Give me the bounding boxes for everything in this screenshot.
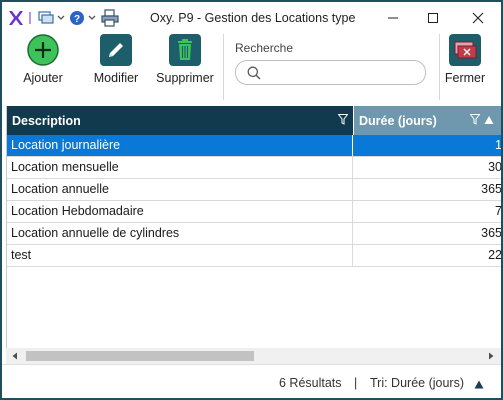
app-logo-icon xyxy=(8,9,24,27)
column-header-label: Description xyxy=(12,113,81,128)
cell-description: test xyxy=(7,245,353,266)
status-bar: 6 Résultats | Tri: Durée (jours) xyxy=(2,364,501,398)
trash-icon xyxy=(169,34,201,66)
column-header-label: Durée (jours) xyxy=(359,113,437,128)
cell-duration: 365 xyxy=(481,226,501,240)
table-header: Description Durée (jours) xyxy=(7,106,501,135)
delete-label: Supprimer xyxy=(156,71,214,85)
toolbar-divider xyxy=(439,34,440,100)
search-field[interactable] xyxy=(235,60,426,85)
maximize-button[interactable] xyxy=(416,6,450,30)
table-row[interactable]: Location annuelle de cylindres 365 xyxy=(7,223,501,245)
table-row[interactable]: Location Hebdomadaire 7 xyxy=(7,201,501,223)
locations-table: Description Durée (jours) Location journ… xyxy=(6,106,501,364)
minimize-icon xyxy=(388,17,398,19)
search-icon xyxy=(247,66,261,83)
edit-button[interactable]: Modifier xyxy=(88,34,144,85)
table-row[interactable]: test 22 xyxy=(7,245,501,267)
title-separator xyxy=(28,9,32,27)
help-menu-icon[interactable]: ? xyxy=(69,9,99,27)
sort-ascending-icon[interactable] xyxy=(484,115,494,125)
cell-duration: 30 xyxy=(488,160,501,174)
search-label: Recherche xyxy=(235,41,294,55)
cell-description: Location Hebdomadaire xyxy=(7,201,353,222)
filter-icon[interactable] xyxy=(338,114,348,125)
scrollbar-thumb[interactable] xyxy=(26,351,254,361)
edit-label: Modifier xyxy=(93,71,139,85)
maximize-icon xyxy=(428,13,438,23)
cell-duration: 365 xyxy=(481,182,501,196)
pencil-icon xyxy=(100,34,132,66)
close-label: Fermer xyxy=(444,71,486,85)
window-title: Oxy. P9 - Gestion des Locations type xyxy=(150,11,356,25)
windows-menu-icon[interactable] xyxy=(38,9,66,27)
cell-description: Location journalière xyxy=(7,135,353,156)
delete-button[interactable]: Supprimer xyxy=(152,34,218,85)
svg-text:?: ? xyxy=(74,14,80,25)
app-window: ? Oxy. P9 - Gestion des Locations type A… xyxy=(0,0,503,400)
close-form-icon xyxy=(449,34,481,66)
print-icon[interactable] xyxy=(101,9,119,27)
toolbar: Ajouter Modifier Supprimer Recherche Fer… xyxy=(2,32,501,104)
status-separator: | xyxy=(354,376,358,390)
filter-icon[interactable] xyxy=(470,114,480,125)
add-button[interactable]: Ajouter xyxy=(20,34,66,85)
cell-description: Location annuelle xyxy=(7,179,353,200)
add-label: Ajouter xyxy=(23,71,63,85)
horizontal-scrollbar[interactable] xyxy=(6,348,501,364)
sort-ascending-icon[interactable] xyxy=(474,378,484,392)
toolbar-divider xyxy=(223,34,224,100)
cell-description: Location mensuelle xyxy=(7,157,353,178)
close-button[interactable]: Fermer xyxy=(443,34,487,85)
table-row[interactable]: Location annuelle 365 xyxy=(7,179,501,201)
minimize-button[interactable] xyxy=(376,6,410,30)
cell-duration: 1 xyxy=(353,135,501,156)
add-icon xyxy=(27,34,59,66)
column-header-duration[interactable]: Durée (jours) xyxy=(353,106,501,135)
sort-indicator: Tri: Durée (jours) xyxy=(370,376,464,390)
header-icons xyxy=(470,114,494,125)
cell-duration: 7 xyxy=(353,201,501,222)
search-input[interactable] xyxy=(264,64,419,81)
scroll-right-icon[interactable] xyxy=(487,352,495,360)
table-row[interactable]: Location journalière 1 xyxy=(7,135,501,157)
scroll-left-icon[interactable] xyxy=(11,352,19,360)
cell-duration: 22 xyxy=(488,248,501,262)
cell-description: Location annuelle de cylindres xyxy=(7,223,353,244)
title-bar: ? Oxy. P9 - Gestion des Locations type xyxy=(2,2,501,32)
result-count: 6 Résultats xyxy=(279,376,342,390)
close-icon xyxy=(472,12,484,24)
table-row[interactable]: Location mensuelle 30 xyxy=(7,157,501,179)
column-header-description[interactable]: Description xyxy=(7,106,353,135)
close-window-button[interactable] xyxy=(461,6,495,30)
